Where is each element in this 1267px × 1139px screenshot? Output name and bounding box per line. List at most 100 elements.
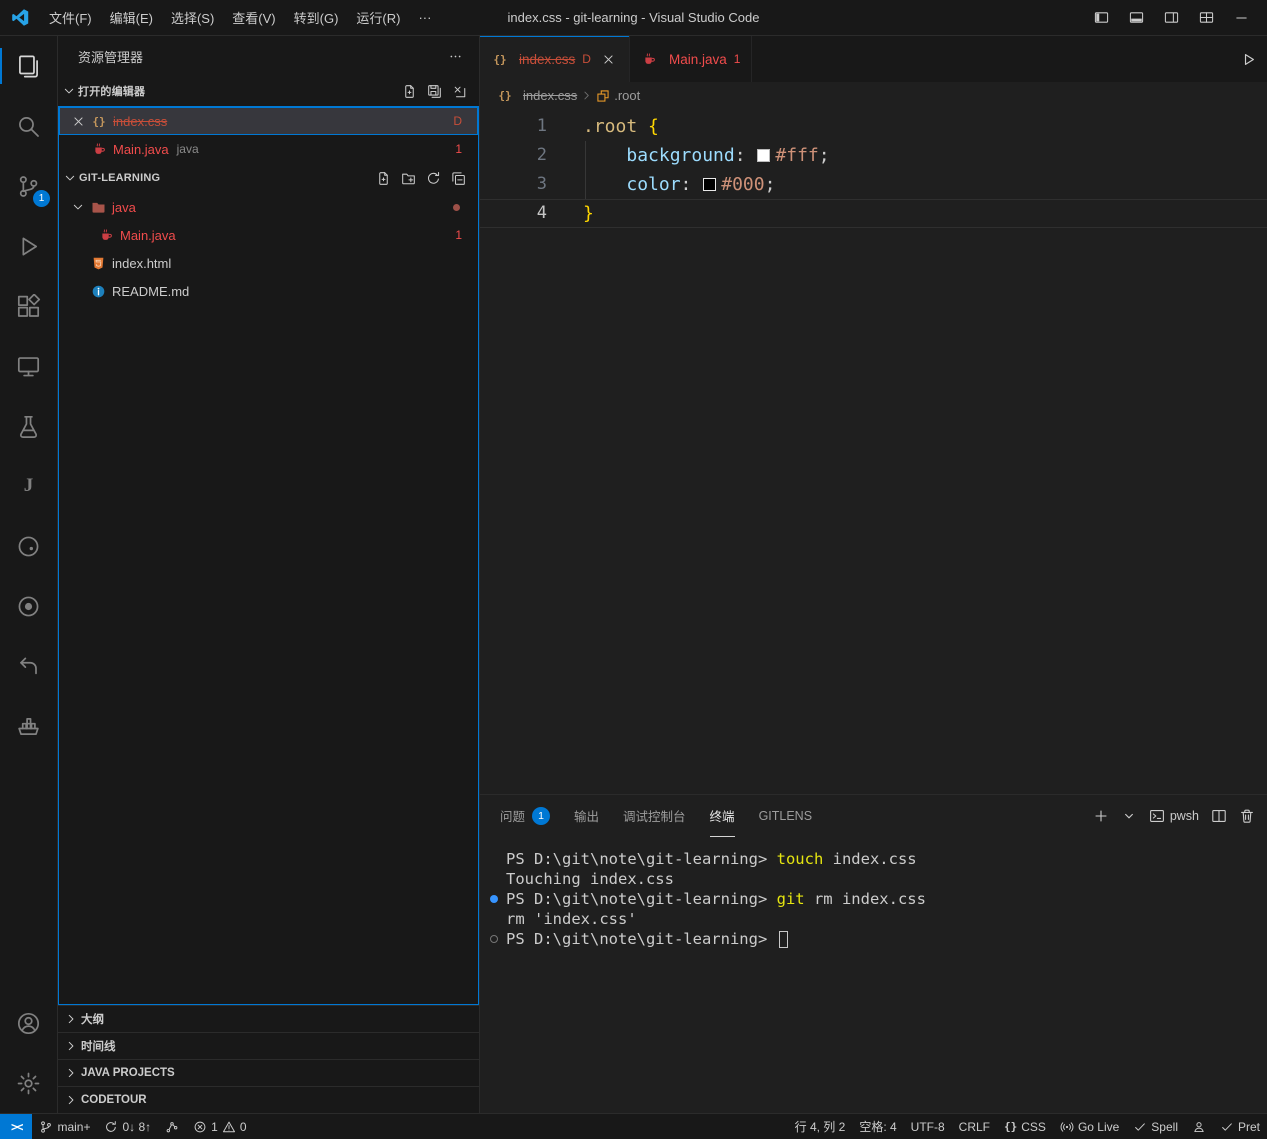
tree-item-java[interactable]: java — [59, 193, 478, 221]
menu-item-4[interactable]: 转到(G) — [285, 4, 348, 31]
status-indentation[interactable]: 空格: 4 — [852, 1114, 903, 1139]
activity-settings[interactable] — [0, 1053, 57, 1113]
activity-search[interactable] — [0, 96, 57, 156]
breadcrumb-.root[interactable]: .root — [596, 88, 640, 103]
close-editor-button[interactable] — [69, 112, 87, 130]
status-git-graph[interactable] — [158, 1114, 186, 1139]
menu-item-1[interactable]: 编辑(E) — [101, 4, 162, 31]
command-decoration[interactable] — [490, 935, 498, 943]
status-encoding[interactable]: UTF-8 — [904, 1114, 952, 1139]
search-icon — [16, 114, 41, 139]
terminal-instance-button[interactable]: pwsh — [1149, 808, 1199, 824]
panel-tab-调试控制台[interactable]: 调试控制台 — [623, 795, 686, 837]
close-tab-button[interactable] — [600, 50, 618, 68]
symbol-class-icon — [596, 89, 610, 103]
layout-panel-button[interactable] — [1122, 5, 1150, 31]
more-actions-button[interactable] — [445, 46, 465, 66]
menu-item-2[interactable]: 选择(S) — [162, 4, 223, 31]
color-swatch[interactable] — [703, 178, 716, 191]
editor-tab-Main.java[interactable]: Main.java1 — [630, 36, 752, 82]
activity-source-control[interactable]: 1 — [0, 156, 57, 216]
check-icon — [1220, 1120, 1234, 1134]
css-file-icon: {} — [90, 113, 108, 129]
status-text: 行 4, 列 2 — [795, 1118, 846, 1135]
breadcrumb-index.css[interactable]: {}index.css — [496, 88, 577, 104]
layout-sidebar-right-button[interactable] — [1157, 5, 1185, 31]
activity-extensions[interactable] — [0, 276, 57, 336]
panel-tab-GITLENS[interactable]: GITLENS — [759, 795, 813, 837]
kill-terminal-button[interactable] — [1239, 808, 1255, 824]
open-editor-index.css[interactable]: {}index.cssD — [59, 107, 478, 135]
sidebar-section-时间线[interactable]: 时间线 — [58, 1032, 479, 1059]
panel-tab-终端[interactable]: 终端 — [710, 795, 735, 837]
activity-explorer[interactable] — [0, 36, 57, 96]
editor-tab-index.css[interactable]: {}index.cssD — [480, 36, 630, 82]
new-terminal-button[interactable] — [1093, 808, 1109, 824]
status-spell[interactable]: Spell — [1126, 1114, 1185, 1139]
save-all-button[interactable] — [424, 81, 444, 101]
status-user[interactable] — [1185, 1114, 1213, 1139]
file-description: java — [177, 142, 199, 156]
tree-item-Main.java[interactable]: Main.java1 — [59, 221, 478, 249]
status-go-live[interactable]: Go Live — [1053, 1114, 1126, 1139]
status-prettier[interactable]: Pret — [1213, 1114, 1267, 1139]
tree-item-index.html[interactable]: index.html — [59, 249, 478, 277]
braces-icon: {} — [1004, 1120, 1017, 1133]
code-line[interactable]: 3 color: #000; — [480, 170, 1267, 199]
activity-tour[interactable] — [0, 636, 57, 696]
panel-tab-问题[interactable]: 问题1 — [500, 795, 550, 837]
menu-item-3[interactable]: 查看(V) — [223, 4, 284, 31]
activity-gradle[interactable] — [0, 516, 57, 576]
split-terminal-button[interactable] — [1211, 808, 1227, 824]
activity-remote-explorer[interactable] — [0, 336, 57, 396]
status-text: UTF-8 — [911, 1120, 945, 1134]
status-branch[interactable]: main+ — [32, 1114, 97, 1139]
menu-item-0[interactable]: 文件(F) — [40, 4, 101, 31]
activity-account[interactable] — [0, 993, 57, 1053]
sidebar-section-CODETOUR[interactable]: CODETOUR — [58, 1086, 479, 1113]
color-swatch[interactable] — [757, 149, 770, 162]
run-button[interactable] — [1240, 36, 1257, 82]
activity-container[interactable] — [0, 696, 57, 756]
vscode-window: 文件(F)编辑(E)选择(S)查看(V)转到(G)运行(R)··· index.… — [0, 0, 1267, 1139]
layout-grid-button[interactable] — [1192, 5, 1220, 31]
new-file-button[interactable] — [399, 81, 419, 101]
sidebar-section-JAVA PROJECTS[interactable]: JAVA PROJECTS — [58, 1059, 479, 1086]
activity-testing[interactable] — [0, 396, 57, 456]
code-editor[interactable]: 1.root {2 background: #fff;3 color: #000… — [480, 109, 1267, 794]
launch-profile-button[interactable] — [1121, 808, 1137, 824]
panel-tab-输出[interactable]: 输出 — [574, 795, 599, 837]
command-decoration[interactable] — [490, 895, 498, 903]
minimize-button[interactable] — [1227, 5, 1255, 31]
menu-item-5[interactable]: 运行(R) — [347, 4, 409, 31]
status-language[interactable]: {}CSS — [997, 1114, 1053, 1139]
warning-icon — [222, 1120, 236, 1134]
status-cursor-position[interactable]: 行 4, 列 2 — [788, 1114, 853, 1139]
status-bar: ><main+0↓ 8↑ 10 行 4, 列 2 空格: 4 UTF-8 CRLF{}C… — [0, 1113, 1267, 1139]
code-line[interactable]: 1.root { — [480, 112, 1267, 141]
tree-item-README.md[interactable]: README.md — [59, 277, 478, 305]
refresh-button[interactable] — [423, 168, 443, 188]
status-sync[interactable]: 0↓ 8↑ — [97, 1114, 158, 1139]
terminal[interactable]: PS D:\git\note\git-learning> touch index… — [480, 837, 1267, 1113]
status-remote[interactable]: >< — [0, 1114, 32, 1139]
panel-tab-label: 终端 — [710, 806, 735, 825]
collapse-all-button[interactable] — [448, 168, 468, 188]
project-section-header[interactable]: GIT-LEARNING — [59, 163, 478, 193]
activity-target[interactable] — [0, 576, 57, 636]
code-line[interactable]: 4} — [480, 199, 1267, 228]
menu-more[interactable]: ··· — [409, 6, 440, 29]
open-editor-Main.java[interactable]: Main.javajava1 — [59, 135, 478, 163]
open-editors-header[interactable]: 打开的编辑器 — [58, 76, 479, 106]
layout-sidebar-left-button[interactable] — [1087, 5, 1115, 31]
code-line[interactable]: 2 background: #fff; — [480, 141, 1267, 170]
new-file-button[interactable] — [373, 168, 393, 188]
activity-run-debug[interactable] — [0, 216, 57, 276]
status-eol[interactable]: CRLF — [952, 1114, 997, 1139]
activity-java[interactable]: J — [0, 456, 57, 516]
close-all-button[interactable] — [449, 81, 469, 101]
new-folder-button[interactable] — [398, 168, 418, 188]
chevron-right-icon — [64, 1066, 81, 1080]
status-problems[interactable]: 10 — [186, 1114, 253, 1139]
sidebar-section-大纲[interactable]: 大纲 — [58, 1005, 479, 1032]
